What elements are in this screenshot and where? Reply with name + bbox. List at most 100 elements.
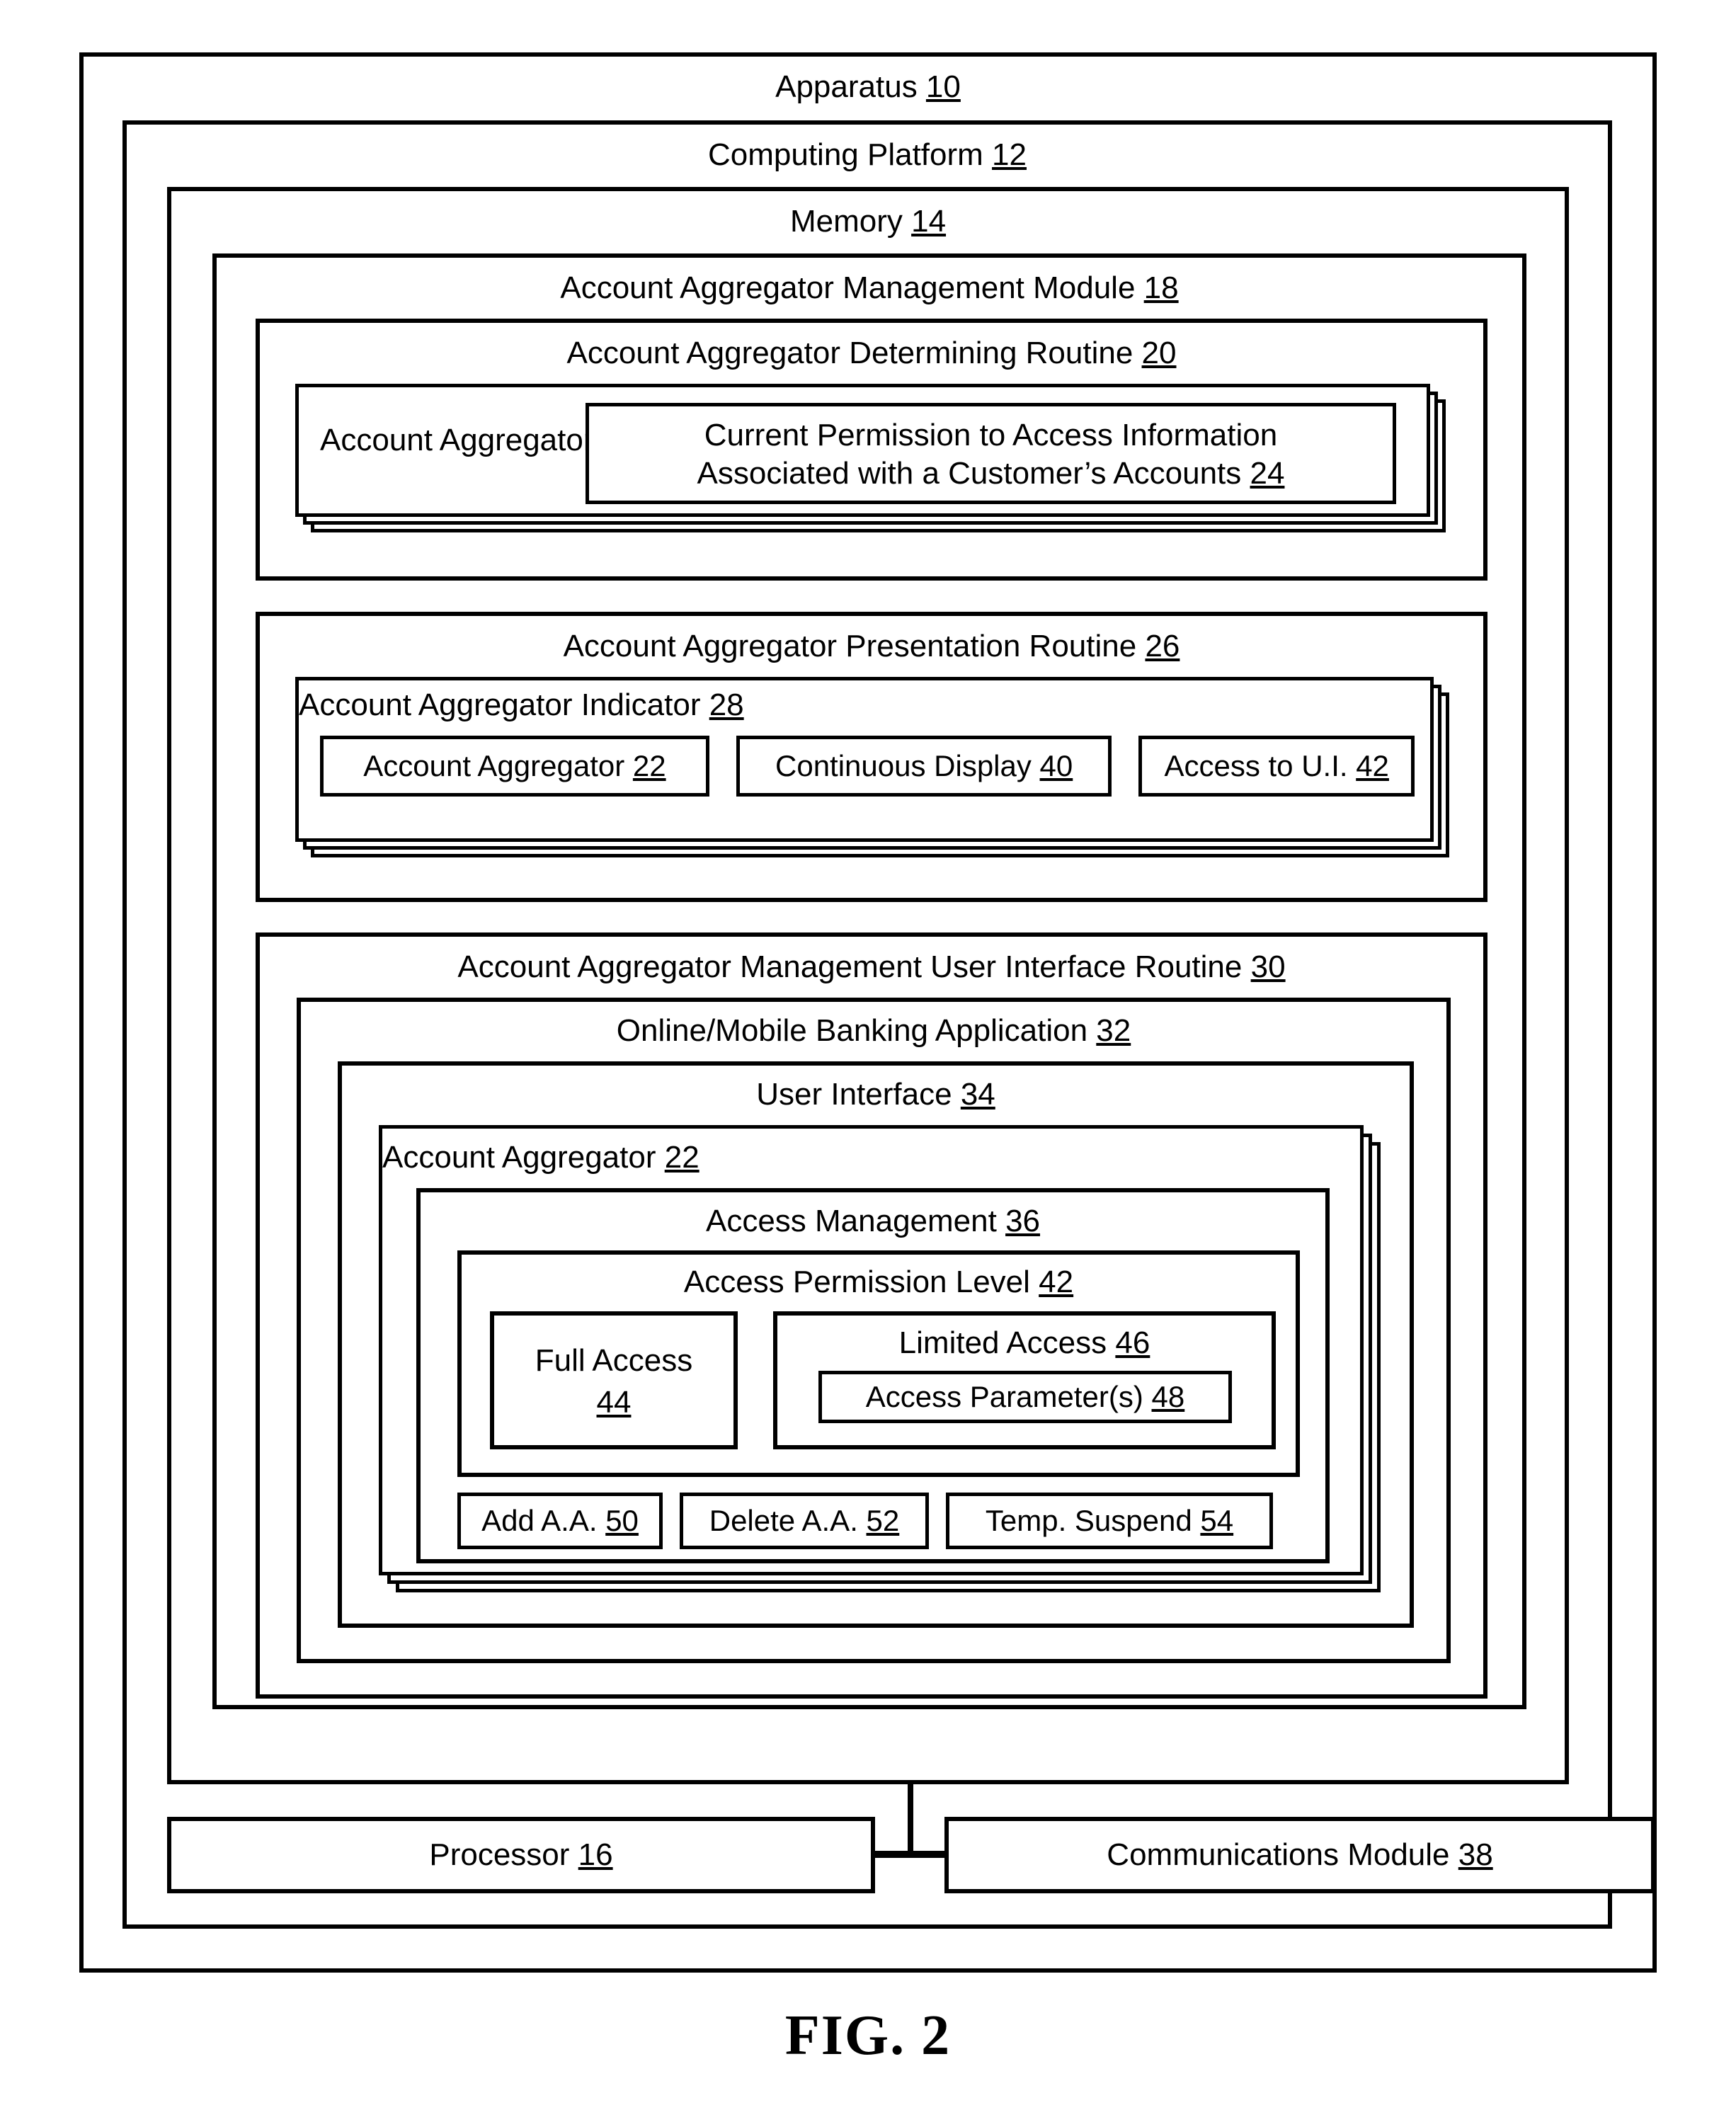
delete-aa-label: Delete A.A. bbox=[709, 1504, 858, 1537]
access-management-ref: 36 bbox=[1005, 1204, 1041, 1238]
current-permission-line2: Associated with a Customer’s Accounts bbox=[697, 455, 1242, 491]
memory-block: Memory 14 Account Aggregator Management … bbox=[167, 187, 1569, 1784]
computing-platform-ref: 12 bbox=[992, 137, 1027, 172]
apparatus-block: Apparatus 10 Computing Platform 12 Memor… bbox=[79, 52, 1657, 1973]
presentation-routine-title: Account Aggregator Presentation Routine … bbox=[260, 616, 1483, 672]
indicator-label: Account Aggregator Indicator bbox=[299, 688, 701, 722]
user-interface-title: User Interface 34 bbox=[342, 1066, 1410, 1120]
current-permission-line2-wrap: Associated with a Customer’s Accounts 24 bbox=[589, 455, 1393, 493]
access-permission-level-title: Access Permission Level 42 bbox=[462, 1255, 1296, 1308]
access-parameters-label: Access Parameter(s) bbox=[865, 1380, 1143, 1413]
access-management-label: Access Management bbox=[705, 1204, 997, 1238]
processor-to-communications-connector bbox=[871, 1851, 950, 1858]
computing-platform-block: Computing Platform 12 Memory 14 Account … bbox=[122, 120, 1655, 1929]
indicator-item-account-aggregator: Account Aggregator 22 bbox=[320, 736, 709, 797]
aa-management-module-label: Account Aggregator Management Module bbox=[560, 270, 1136, 305]
determining-routine-ref: 20 bbox=[1141, 336, 1177, 370]
user-interface-block: User Interface 34 Account Aggregator 22 bbox=[338, 1061, 1414, 1628]
memory-ref: 14 bbox=[911, 204, 947, 239]
computing-platform-title: Computing Platform 12 bbox=[127, 125, 1608, 181]
presentation-routine-label: Account Aggregator Presentation Routine bbox=[563, 629, 1137, 663]
access-management-block: Access Management 36 Access Permission L… bbox=[416, 1188, 1330, 1563]
full-access-block: Full Access 44 bbox=[490, 1311, 738, 1449]
access-permission-level-label: Access Permission Level bbox=[683, 1265, 1030, 1299]
add-aa-ref: 50 bbox=[605, 1504, 639, 1537]
communications-module-label: Communications Module bbox=[1107, 1837, 1450, 1872]
computing-platform-label: Computing Platform bbox=[707, 137, 983, 172]
account-aggregator-management-module-block: Account Aggregator Management Module 18 … bbox=[212, 253, 1526, 1709]
management-ui-routine-ref: 30 bbox=[1250, 949, 1286, 984]
banking-application-label: Online/Mobile Banking Application bbox=[616, 1013, 1088, 1048]
banking-application-title: Online/Mobile Banking Application 32 bbox=[301, 1002, 1446, 1056]
current-permission-ref: 24 bbox=[1250, 455, 1285, 491]
temp-suspend-button[interactable]: Temp. Suspend 54 bbox=[946, 1493, 1273, 1549]
memory-title: Memory 14 bbox=[171, 191, 1565, 247]
delete-account-aggregator-button[interactable]: Delete A.A. 52 bbox=[680, 1493, 929, 1549]
access-parameters-ref: 48 bbox=[1151, 1380, 1185, 1413]
processor-block: Processor 16 bbox=[167, 1817, 875, 1893]
account-aggregator-entry-stack: Account Aggregator 22 Access Management … bbox=[379, 1125, 1381, 1592]
indicator-item-ref: 42 bbox=[1356, 749, 1389, 782]
presentation-routine-ref: 26 bbox=[1145, 629, 1180, 663]
account-aggregator-record-front: Account Aggregator 22 Current Permission… bbox=[295, 384, 1430, 517]
indicator-title: Account Aggregator Indicator 28 bbox=[299, 680, 1430, 723]
account-aggregator-management-ui-routine-block: Account Aggregator Management User Inter… bbox=[256, 932, 1487, 1699]
indicator-item-label: Continuous Display bbox=[775, 749, 1032, 782]
aa-entry-label: Account Aggregator bbox=[382, 1140, 656, 1175]
apparatus-title: Apparatus 10 bbox=[84, 57, 1652, 113]
management-ui-routine-title: Account Aggregator Management User Inter… bbox=[260, 937, 1483, 993]
determining-routine-label: Account Aggregator Determining Routine bbox=[566, 336, 1133, 370]
apparatus-label: Apparatus bbox=[775, 69, 918, 104]
add-aa-label: Add A.A. bbox=[481, 1504, 598, 1537]
limited-access-title: Limited Access 46 bbox=[777, 1316, 1272, 1361]
full-access-ref: 44 bbox=[596, 1385, 632, 1420]
user-interface-ref: 34 bbox=[960, 1077, 995, 1112]
banking-application-block: Online/Mobile Banking Application 32 Use… bbox=[297, 998, 1451, 1663]
delete-aa-ref: 52 bbox=[866, 1504, 900, 1537]
account-aggregator-determining-routine-block: Account Aggregator Determining Routine 2… bbox=[256, 319, 1487, 581]
memory-to-bus-connector bbox=[908, 1784, 913, 1855]
temp-suspend-ref: 54 bbox=[1200, 1504, 1234, 1537]
limited-access-label: Limited Access bbox=[898, 1325, 1107, 1360]
access-permission-level-block: Access Permission Level 42 Full Access 4… bbox=[457, 1250, 1300, 1477]
limited-access-block: Limited Access 46 Access Parameter(s) 48 bbox=[773, 1311, 1276, 1449]
aa-management-module-title: Account Aggregator Management Module 18 bbox=[217, 258, 1522, 314]
access-management-title: Access Management 36 bbox=[421, 1192, 1325, 1247]
management-ui-routine-label: Account Aggregator Management User Inter… bbox=[457, 949, 1243, 984]
indicator-item-access-to-ui: Access to U.I. 42 bbox=[1138, 736, 1415, 797]
aa-entry-ref: 22 bbox=[664, 1140, 699, 1175]
communications-module-block: Communications Module 38 bbox=[944, 1817, 1655, 1893]
user-interface-label: User Interface bbox=[756, 1077, 952, 1112]
current-permission-block: Current Permission to Access Information… bbox=[586, 403, 1396, 504]
access-parameters-block: Access Parameter(s) 48 bbox=[818, 1371, 1232, 1423]
limited-access-ref: 46 bbox=[1115, 1325, 1150, 1360]
indicator-item-ref: 40 bbox=[1039, 749, 1073, 782]
indicator-item-label: Account Aggregator bbox=[363, 749, 625, 782]
memory-label: Memory bbox=[789, 204, 903, 239]
access-management-actions-row: Add A.A. 50 Delete A.A. 52 Temp. Suspend… bbox=[457, 1493, 1273, 1549]
indicator-items-row: Account Aggregator 22 Continuous Display… bbox=[320, 736, 1415, 797]
determining-routine-title: Account Aggregator Determining Routine 2… bbox=[260, 323, 1483, 379]
aa-management-module-ref: 18 bbox=[1143, 270, 1179, 305]
indicator-item-ref: 22 bbox=[632, 749, 666, 782]
full-access-label: Full Access bbox=[535, 1343, 693, 1378]
figure-caption: FIG. 2 bbox=[784, 2004, 952, 2067]
apparatus-ref: 10 bbox=[925, 69, 961, 104]
indicator-ref: 28 bbox=[709, 688, 744, 722]
aa-entry-title: Account Aggregator 22 bbox=[382, 1129, 1360, 1175]
processor-label: Processor bbox=[429, 1837, 570, 1872]
banking-application-ref: 32 bbox=[1096, 1013, 1131, 1048]
account-aggregator-entry-front: Account Aggregator 22 Access Management … bbox=[379, 1125, 1364, 1575]
indicator-item-label: Access to U.I. bbox=[1164, 749, 1348, 782]
account-aggregator-indicator-front: Account Aggregator Indicator 28 Account … bbox=[295, 677, 1434, 842]
add-account-aggregator-button[interactable]: Add A.A. 50 bbox=[457, 1493, 663, 1549]
aa-record-label: Account Aggregator bbox=[320, 423, 594, 457]
communications-module-ref: 38 bbox=[1458, 1837, 1493, 1872]
temp-suspend-label: Temp. Suspend bbox=[985, 1504, 1192, 1537]
account-aggregator-presentation-routine-block: Account Aggregator Presentation Routine … bbox=[256, 612, 1487, 902]
indicator-item-continuous-display: Continuous Display 40 bbox=[736, 736, 1112, 797]
current-permission-line1: Current Permission to Access Information bbox=[704, 418, 1278, 452]
processor-ref: 16 bbox=[578, 1837, 613, 1872]
account-aggregator-record-stack: Account Aggregator 22 Current Permission… bbox=[295, 384, 1446, 532]
access-permission-level-ref: 42 bbox=[1039, 1265, 1074, 1299]
